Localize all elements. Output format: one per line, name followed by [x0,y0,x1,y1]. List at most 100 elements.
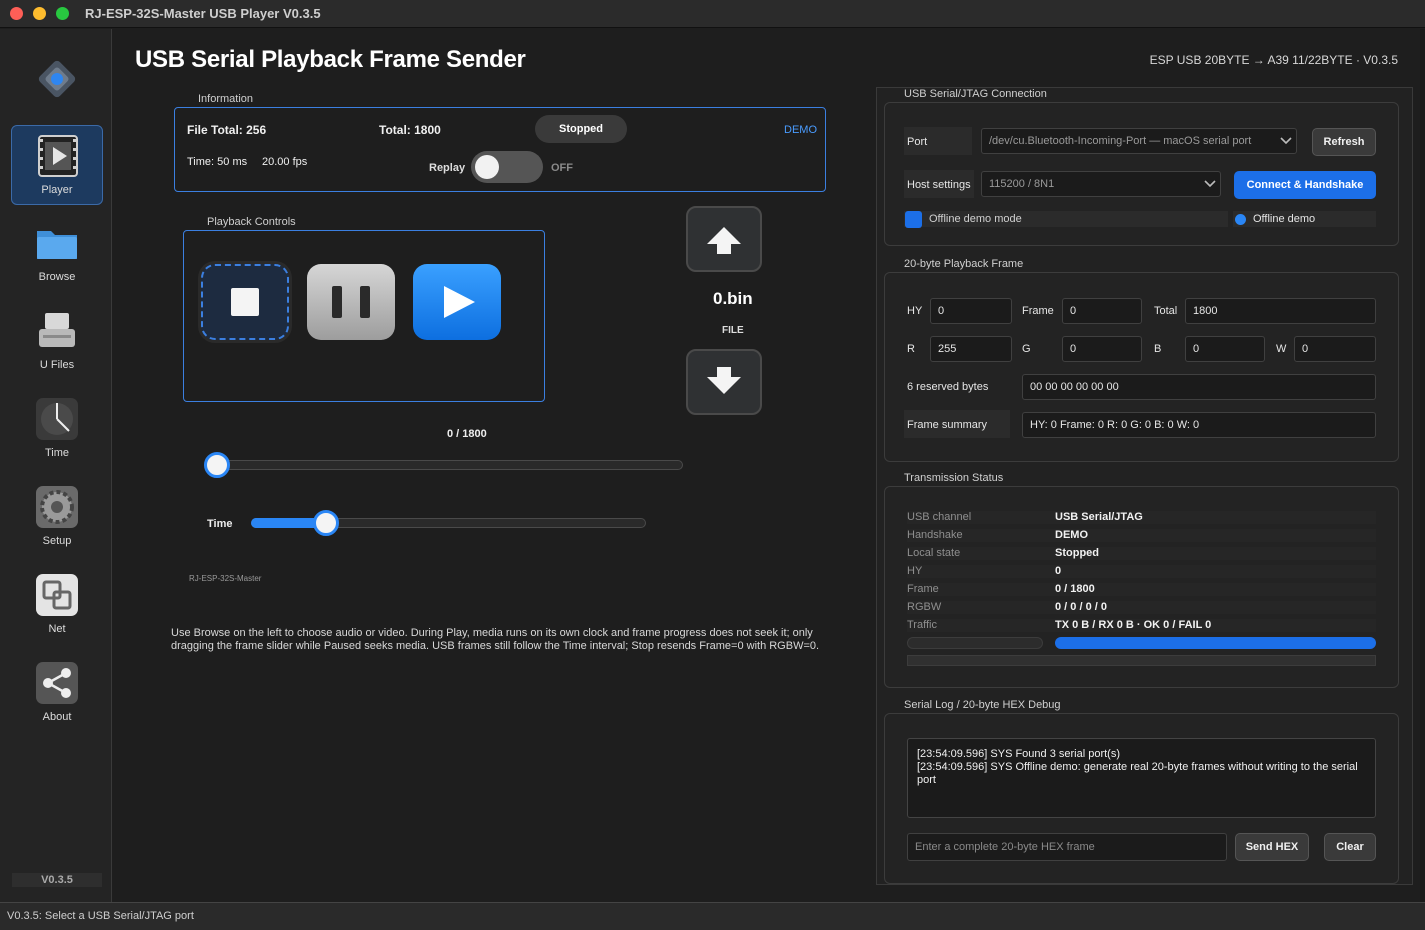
sidebar-item-browse[interactable]: Browse [11,213,103,293]
file-total-text: File Total: 256 [187,123,267,137]
b-label: B [1154,343,1162,355]
usb-drive-icon [39,313,75,347]
frame-summary-label: Frame summary [907,419,988,431]
sidebar-item-time[interactable]: Time [11,389,103,469]
r-label: R [907,343,915,355]
status-value-local-state: Stopped [1055,547,1099,559]
transmission-secondary-bar [907,655,1376,666]
page-subtitle: ESP USB 20BYTE → A39 11/22BYTE · V0.3.5 [1149,53,1398,67]
host-settings-value: 115200 / 8N1 [989,178,1055,190]
hy-field[interactable]: 0 [930,298,1012,324]
status-key-traffic: Traffic [907,619,937,631]
status-key-hy: HY [907,565,923,577]
sidebar: Player Browse U Files Time Setup Net Abo… [0,29,112,902]
status-bar-text: V0.3.5: Select a USB Serial/JTAG port [7,910,194,922]
port-select[interactable]: /dev/cu.Bluetooth-Incoming-Port — macOS … [981,128,1297,154]
status-key-frame: Frame [907,583,939,595]
playback-group-title: Playback Controls [207,216,296,228]
g-label: G [1022,343,1031,355]
sidebar-item-setup[interactable]: Setup [11,477,103,557]
hy-label: HY [907,305,923,317]
time-slider-knob[interactable] [313,510,340,536]
replay-toggle-knob [475,155,499,179]
sidebar-item-about[interactable]: About [11,653,103,733]
connect-handshake-button[interactable]: Connect & Handshake [1234,171,1376,199]
frame-counter: 0 / 1800 [447,428,487,440]
stop-button[interactable] [201,264,289,340]
close-window-button[interactable] [10,7,23,20]
log-line: [23:54:09.596] SYS Offline demo: generat… [917,761,1358,786]
share-icon [36,662,78,704]
film-play-icon [38,135,78,177]
device-label: RJ-ESP-32S-Master [189,574,262,583]
hex-frame-input[interactable] [907,833,1227,861]
transmission-progress-track-left [907,637,1043,649]
connection-group-title: USB Serial/JTAG Connection [904,88,1047,100]
refresh-button[interactable]: Refresh [1312,128,1376,156]
b-field[interactable]: 0 [1185,336,1265,362]
folder-icon [37,231,77,259]
r-field[interactable]: 255 [930,336,1012,362]
play-button[interactable] [413,264,501,340]
zoom-window-button[interactable] [56,7,69,20]
app-logo-icon [38,60,76,98]
state-pill: Stopped [535,115,627,143]
sidebar-item-label: Time [44,447,70,459]
w-field[interactable]: 0 [1294,336,1376,362]
sidebar-item-player[interactable]: Player [11,125,103,205]
replay-label: Replay [429,162,466,174]
pause-button[interactable] [307,264,395,340]
frame-label: Frame [1022,305,1054,317]
frame-slider-knob[interactable] [204,452,230,478]
time-slider-label: Time [207,518,233,530]
sidebar-item-u-files[interactable]: U Files [11,301,103,381]
window-title: RJ-ESP-32S-Master USB Player V0.3.5 [85,6,321,21]
sidebar-item-label: Browse [38,271,76,283]
total-field[interactable]: 1800 [1185,298,1376,324]
status-key-rgbw: RGBW [907,601,942,613]
version-badge: V0.3.5 [12,873,102,887]
host-settings-label: Host settings [907,179,971,191]
sidebar-item-label: Setup [42,535,72,547]
arrow-up-icon [707,227,741,254]
file-caption: FILE [722,325,744,336]
status-value-handshake: DEMO [1055,529,1088,541]
minimize-window-button[interactable] [33,7,46,20]
next-file-button[interactable] [686,349,762,415]
clear-log-button[interactable]: Clear [1324,833,1376,861]
play-icon [444,286,475,318]
status-key-handshake: Handshake [907,529,963,541]
information-group-title: Information [198,93,254,105]
previous-file-button[interactable] [686,206,762,272]
reserved-bytes-label: 6 reserved bytes [907,381,989,393]
stop-icon [231,288,259,316]
gear-icon [36,486,78,528]
reserved-bytes-field[interactable]: 00 00 00 00 00 00 [1022,374,1376,400]
sidebar-item-net[interactable]: Net [11,565,103,645]
frame-slider-track[interactable] [208,460,683,470]
demo-label: DEMO [784,124,817,136]
status-key-local-state: Local state [907,547,961,559]
total-label: Total [1154,305,1178,317]
serial-log-output[interactable]: [23:54:09.596] SYS Found 3 serial port(s… [907,738,1376,818]
g-field[interactable]: 0 [1062,336,1142,362]
frame-field[interactable]: 0 [1062,298,1142,324]
status-value-frame: 0 / 1800 [1055,583,1095,595]
offline-demo-mode-label: Offline demo mode [929,213,1022,225]
total-text: Total: 1800 [379,123,441,137]
send-hex-button[interactable]: Send HEX [1235,833,1309,861]
frame-group-title: 20-byte Playback Frame [904,258,1024,270]
status-dot-icon [1235,214,1246,225]
offline-demo-checkbox[interactable] [905,211,922,228]
status-value-rgbw: 0 / 0 / 0 / 0 [1055,601,1107,613]
replay-toggle[interactable] [471,151,543,183]
chevron-down-icon [1204,180,1216,188]
chevron-down-icon [1280,137,1292,145]
status-value-traffic: TX 0 B / RX 0 B · OK 0 / FAIL 0 [1055,619,1212,631]
title-bar: RJ-ESP-32S-Master USB Player V0.3.5 [0,0,1425,28]
arrow-down-icon [707,367,741,394]
transmission-progress-fill [1055,637,1376,649]
sidebar-item-label: Player [41,184,73,196]
port-label: Port [907,136,928,148]
host-settings-select[interactable]: 115200 / 8N1 [981,171,1221,197]
